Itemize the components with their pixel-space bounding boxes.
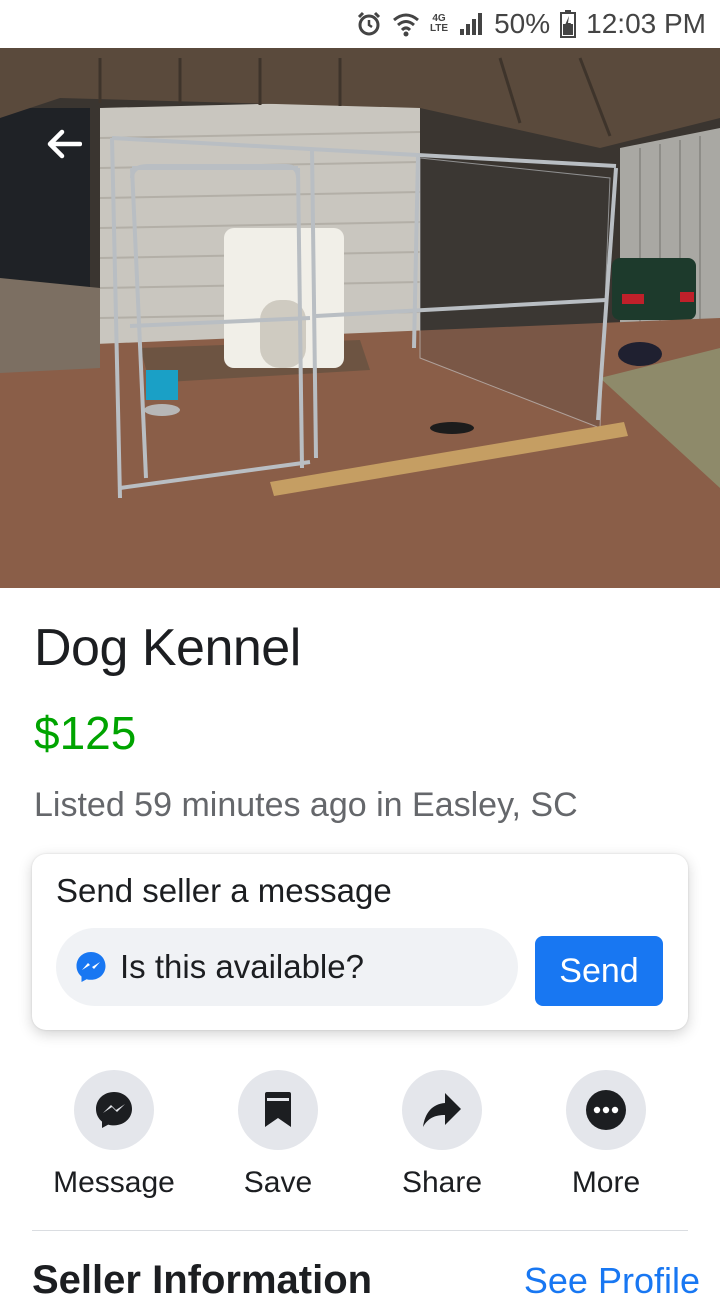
kennel-photo-illustration: [0, 48, 720, 588]
send-message-card: Send seller a message Is this available?…: [32, 854, 688, 1030]
message-action-label: Message: [53, 1166, 175, 1199]
see-profile-link[interactable]: See Profile: [524, 1260, 700, 1302]
lte-icon: 4G LTE: [430, 14, 448, 34]
network-badge-sub: LTE: [429, 23, 449, 34]
listing-price: $125: [34, 707, 137, 759]
message-action-circle[interactable]: [74, 1070, 154, 1150]
share-action-circle[interactable]: [402, 1070, 482, 1150]
section-divider: [32, 1230, 688, 1231]
save-action-label: Save: [243, 1166, 313, 1199]
message-action[interactable]: Message: [34, 1070, 194, 1200]
send-button[interactable]: Send: [535, 936, 663, 1006]
clock: 12:03 PM: [586, 8, 706, 39]
message-input[interactable]: Is this available?: [56, 928, 518, 1006]
back-arrow-icon: [47, 129, 82, 159]
wifi-icon: [392, 11, 420, 37]
bookmark-icon: [265, 1092, 291, 1127]
status-bar: 4G LTE 50% 12:03 PM: [0, 0, 720, 48]
back-button[interactable]: [40, 126, 88, 162]
share-action-label: Share: [401, 1166, 483, 1199]
action-row: Message Save Share More: [0, 1070, 720, 1210]
save-action[interactable]: Save: [198, 1070, 358, 1200]
listing-photo[interactable]: [0, 48, 720, 588]
more-action-circle[interactable]: [566, 1070, 646, 1150]
battery-percent: 50%: [494, 8, 551, 39]
more-action[interactable]: More: [526, 1070, 686, 1200]
messenger-icon: [76, 952, 106, 982]
share-arrow-icon: [423, 1093, 461, 1127]
share-action[interactable]: Share: [362, 1070, 522, 1200]
listing-title: Dog Kennel: [34, 619, 301, 677]
more-action-label: More: [571, 1166, 641, 1199]
message-input-value: Is this available?: [120, 948, 364, 985]
battery-icon: [560, 10, 577, 38]
messenger-icon: [96, 1092, 132, 1128]
listing-meta: Listed 59 minutes ago in Easley, SC: [34, 786, 578, 824]
signal-icon: [458, 12, 484, 36]
more-dots-icon: [586, 1090, 626, 1130]
save-action-circle[interactable]: [238, 1070, 318, 1150]
send-message-title: Send seller a message: [56, 872, 392, 909]
alarm-icon: [356, 11, 382, 37]
seller-information-heading: Seller Information: [32, 1258, 373, 1302]
